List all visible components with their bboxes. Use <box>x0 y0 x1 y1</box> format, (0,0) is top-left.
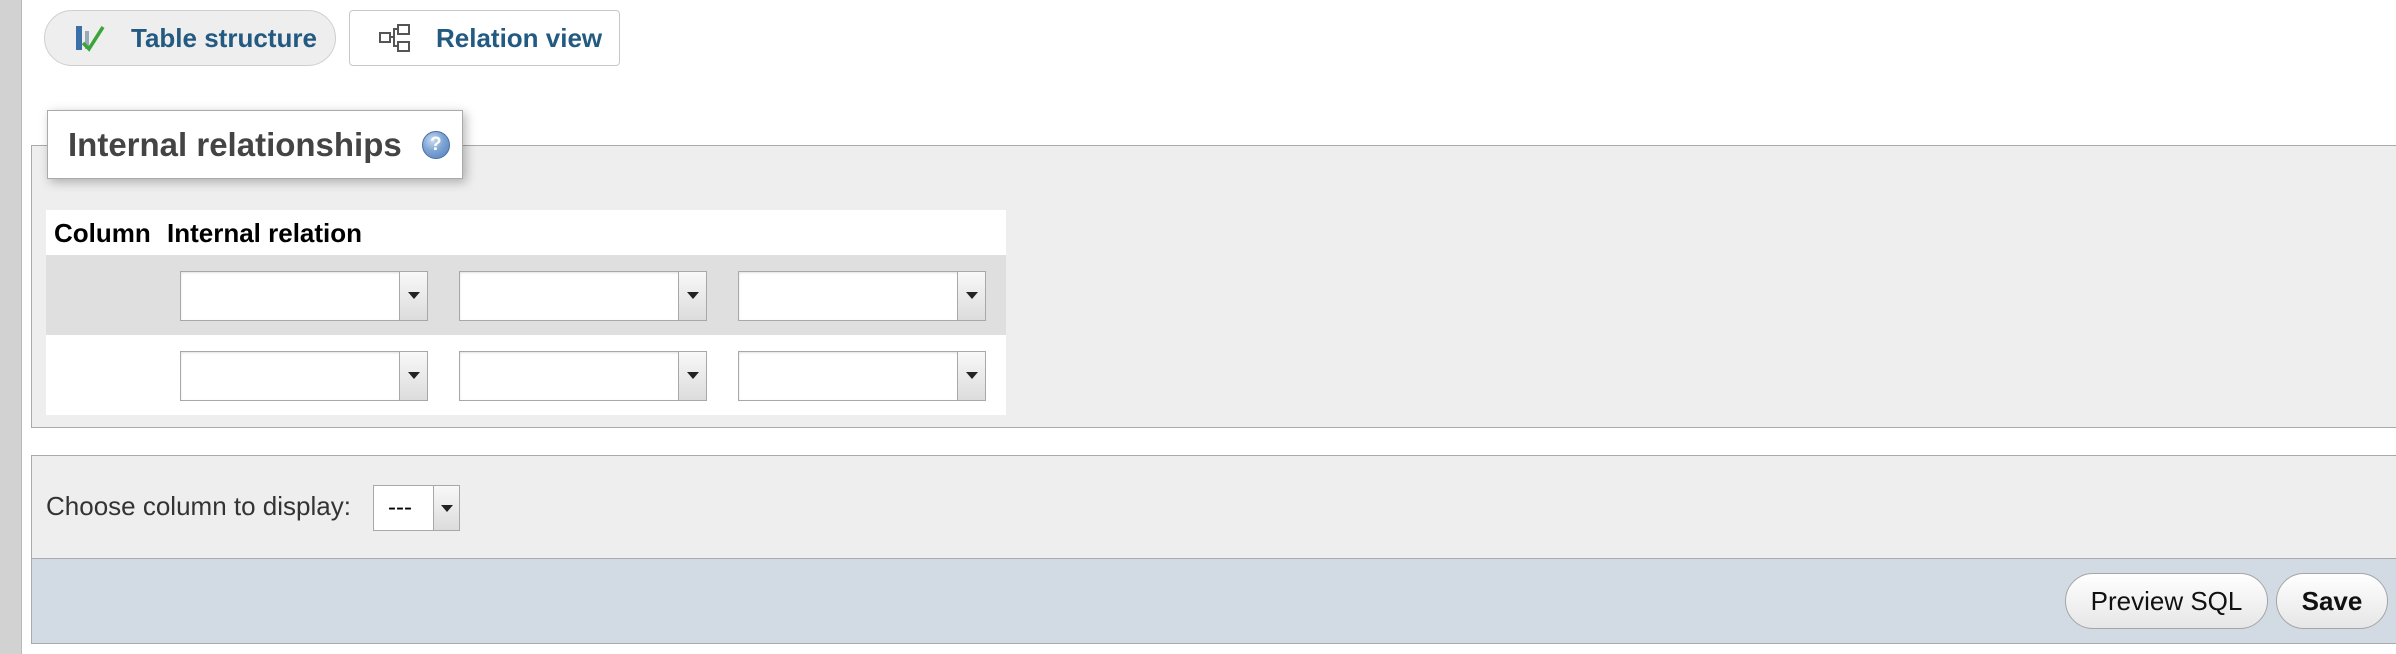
display-column-label: Choose column to display: <box>46 491 351 521</box>
chevron-down-icon <box>678 352 706 400</box>
relations-table: Column Internal relation <box>46 210 1006 415</box>
tab-relation-view[interactable]: Relation view <box>349 10 620 66</box>
display-column-select[interactable]: --- <box>373 485 460 531</box>
left-panel-edge <box>0 0 22 654</box>
display-column-value: --- <box>388 494 412 521</box>
table-structure-icon <box>73 23 107 53</box>
column-header: Column <box>54 218 151 248</box>
preview-sql-button[interactable]: Preview SQL <box>2065 573 2268 629</box>
save-button[interactable]: Save <box>2276 573 2388 629</box>
internal-relation-header: Internal relation <box>167 218 363 248</box>
chevron-down-icon <box>957 272 985 320</box>
relation-table-select[interactable] <box>459 271 707 321</box>
tab-table-structure-label: Table structure <box>131 22 317 53</box>
relations-table-header: Column Internal relation <box>46 210 1006 254</box>
help-icon[interactable]: ? <box>421 130 450 159</box>
table-row <box>46 335 1006 415</box>
relation-database-select[interactable] <box>180 271 428 321</box>
relation-table-select[interactable] <box>459 351 707 401</box>
chevron-down-icon <box>399 352 427 400</box>
chevron-down-icon <box>678 272 706 320</box>
internal-relationships-legend: Internal relationships ? <box>47 110 463 179</box>
chevron-down-icon <box>957 352 985 400</box>
relation-column-select[interactable] <box>738 271 986 321</box>
internal-relationships-title: Internal relationships <box>68 125 402 163</box>
relation-view-icon <box>378 23 412 53</box>
tab-relation-view-label: Relation view <box>436 22 603 53</box>
relation-database-select[interactable] <box>180 351 428 401</box>
tab-table-structure[interactable]: Table structure <box>44 10 336 66</box>
table-row <box>46 255 1006 335</box>
chevron-down-icon <box>433 486 459 530</box>
relation-column-select[interactable] <box>738 351 986 401</box>
chevron-down-icon <box>399 272 427 320</box>
form-footer <box>31 558 2396 644</box>
